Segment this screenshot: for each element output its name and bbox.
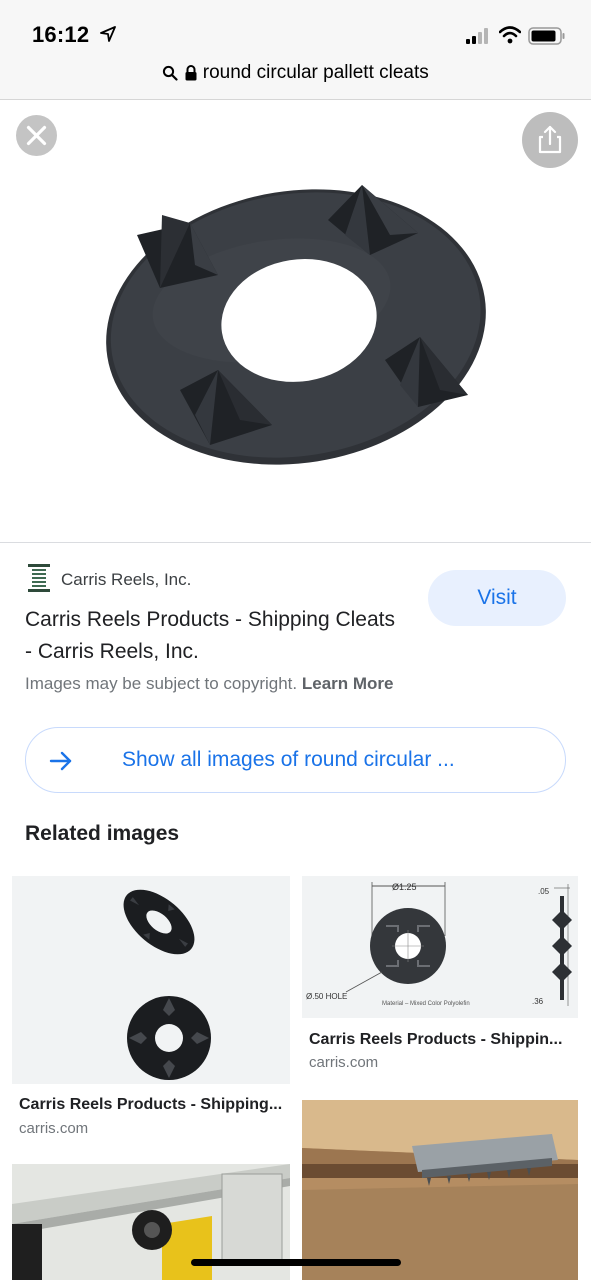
url-text: round circular pallett cleats: [202, 62, 429, 83]
cleat-render-image: [123, 889, 211, 1080]
status-bar: 16:12: [0, 0, 591, 58]
related-source-1: carris.com: [19, 1120, 89, 1137]
wifi-icon: [499, 26, 521, 44]
show-all-images-button[interactable]: Show all images of round circular ...: [25, 727, 566, 793]
url-bar[interactable]: round circular pallett cleats: [0, 58, 591, 100]
pallet-photo-image: [302, 1100, 578, 1280]
arrow-right-icon: [49, 751, 72, 771]
diagram-hole-label: Ø.50 HOLE: [306, 992, 347, 1001]
diagram-material-label: Material – Mixed Color Polyolefin: [382, 1001, 470, 1007]
related-title-1[interactable]: Carris Reels Products - Shipping...: [19, 1096, 282, 1114]
status-time: 16:12: [32, 22, 90, 47]
cellular-signal-icon: [466, 28, 488, 44]
learn-more-link[interactable]: Learn More: [302, 674, 394, 693]
result-title[interactable]: Carris Reels Products - Shipping Cleats …: [25, 604, 405, 668]
search-icon: [163, 65, 178, 81]
battery-icon: [528, 27, 565, 45]
copyright-text: Images may be subject to copyright.: [25, 674, 298, 693]
related-image-4[interactable]: [302, 1100, 578, 1280]
visit-button[interactable]: Visit: [428, 570, 566, 626]
related-source-2: carris.com: [309, 1054, 379, 1071]
copyright-notice: Images may be subject to copyright. Lear…: [25, 674, 394, 694]
source-name: Carris Reels, Inc.: [61, 570, 192, 589]
related-title-2[interactable]: Carris Reels Products - Shippin...: [309, 1031, 562, 1049]
cleat-diagram-image: Ø1.25 Ø.50 HOLE Material – Mixed Color P…: [306, 882, 572, 1007]
site-favicon-icon: [28, 564, 50, 592]
related-image-2[interactable]: Ø1.25 Ø.50 HOLE Material – Mixed Color P…: [302, 876, 578, 1018]
share-icon: [538, 125, 562, 154]
related-image-1[interactable]: [12, 876, 290, 1084]
share-button[interactable]: [522, 112, 578, 168]
diagram-thickness-label: .36: [532, 997, 544, 1006]
home-indicator[interactable]: [191, 1259, 401, 1266]
location-arrow-icon: [100, 26, 116, 42]
related-images-heading: Related images: [25, 822, 180, 845]
cleat-photo: [106, 185, 486, 465]
close-button[interactable]: [16, 115, 57, 156]
close-icon: [26, 125, 47, 146]
diagram-diameter-label: Ø1.25: [392, 882, 417, 892]
lock-icon: [185, 65, 196, 81]
diagram-height-label: .05: [538, 887, 550, 896]
show-all-label: Show all images of round circular ...: [122, 748, 455, 771]
